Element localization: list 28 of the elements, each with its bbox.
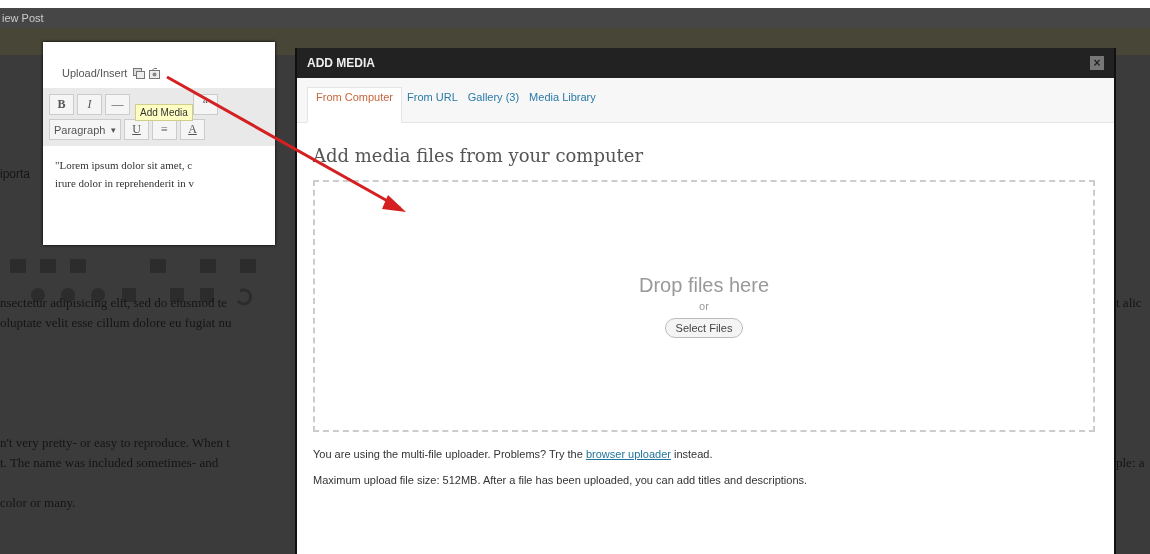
format-button[interactable]: B — [49, 94, 74, 115]
media-icon[interactable] — [149, 67, 162, 79]
format-button[interactable]: A — [180, 119, 205, 140]
editor-text-line: irure dolor in reprehenderit in v — [55, 176, 195, 191]
format-select[interactable]: Paragraph ▾ — [49, 119, 121, 140]
dialog-title: ADD MEDIA — [307, 56, 375, 70]
tab[interactable]: Media Library — [524, 87, 601, 123]
format-button[interactable]: U — [124, 119, 149, 140]
tab[interactable]: Gallery (3) — [462, 87, 525, 123]
format-button[interactable]: ≡ — [152, 119, 177, 140]
drop-zone[interactable]: Drop files here or Select Files — [313, 180, 1095, 432]
select-files-button[interactable]: Select Files — [664, 318, 744, 338]
drop-zone-title: Drop files here — [638, 274, 770, 297]
admin-bar-title[interactable]: iew Post — [0, 12, 44, 24]
browser-uploader-link[interactable]: browser uploader — [585, 448, 671, 460]
tab[interactable]: From URL — [402, 87, 463, 123]
upload-limit-note: Maximum upload file size: 512MB. After a file has been uploaded, you can add titles and descriptions. — [313, 474, 809, 486]
dialog-heading: Add media files from your computer — [313, 145, 644, 166]
close-button[interactable]: × — [1090, 56, 1104, 70]
editor-text-line: "Lorem ipsum dolor sit amet, c — [55, 158, 194, 173]
image-icon[interactable] — [133, 67, 146, 79]
format-button[interactable]: I — [77, 94, 102, 115]
uploader-note: You are using the multi-file uploader. Problems? Try the browser uploader instead. — [313, 448, 714, 460]
upload-insert-label: Upload/Insert — [62, 67, 128, 79]
tab[interactable]: From Computer — [307, 87, 403, 123]
format-button[interactable]: — — [105, 94, 130, 115]
tooltip: Add Media — [135, 104, 193, 121]
or-label: or — [699, 300, 709, 312]
